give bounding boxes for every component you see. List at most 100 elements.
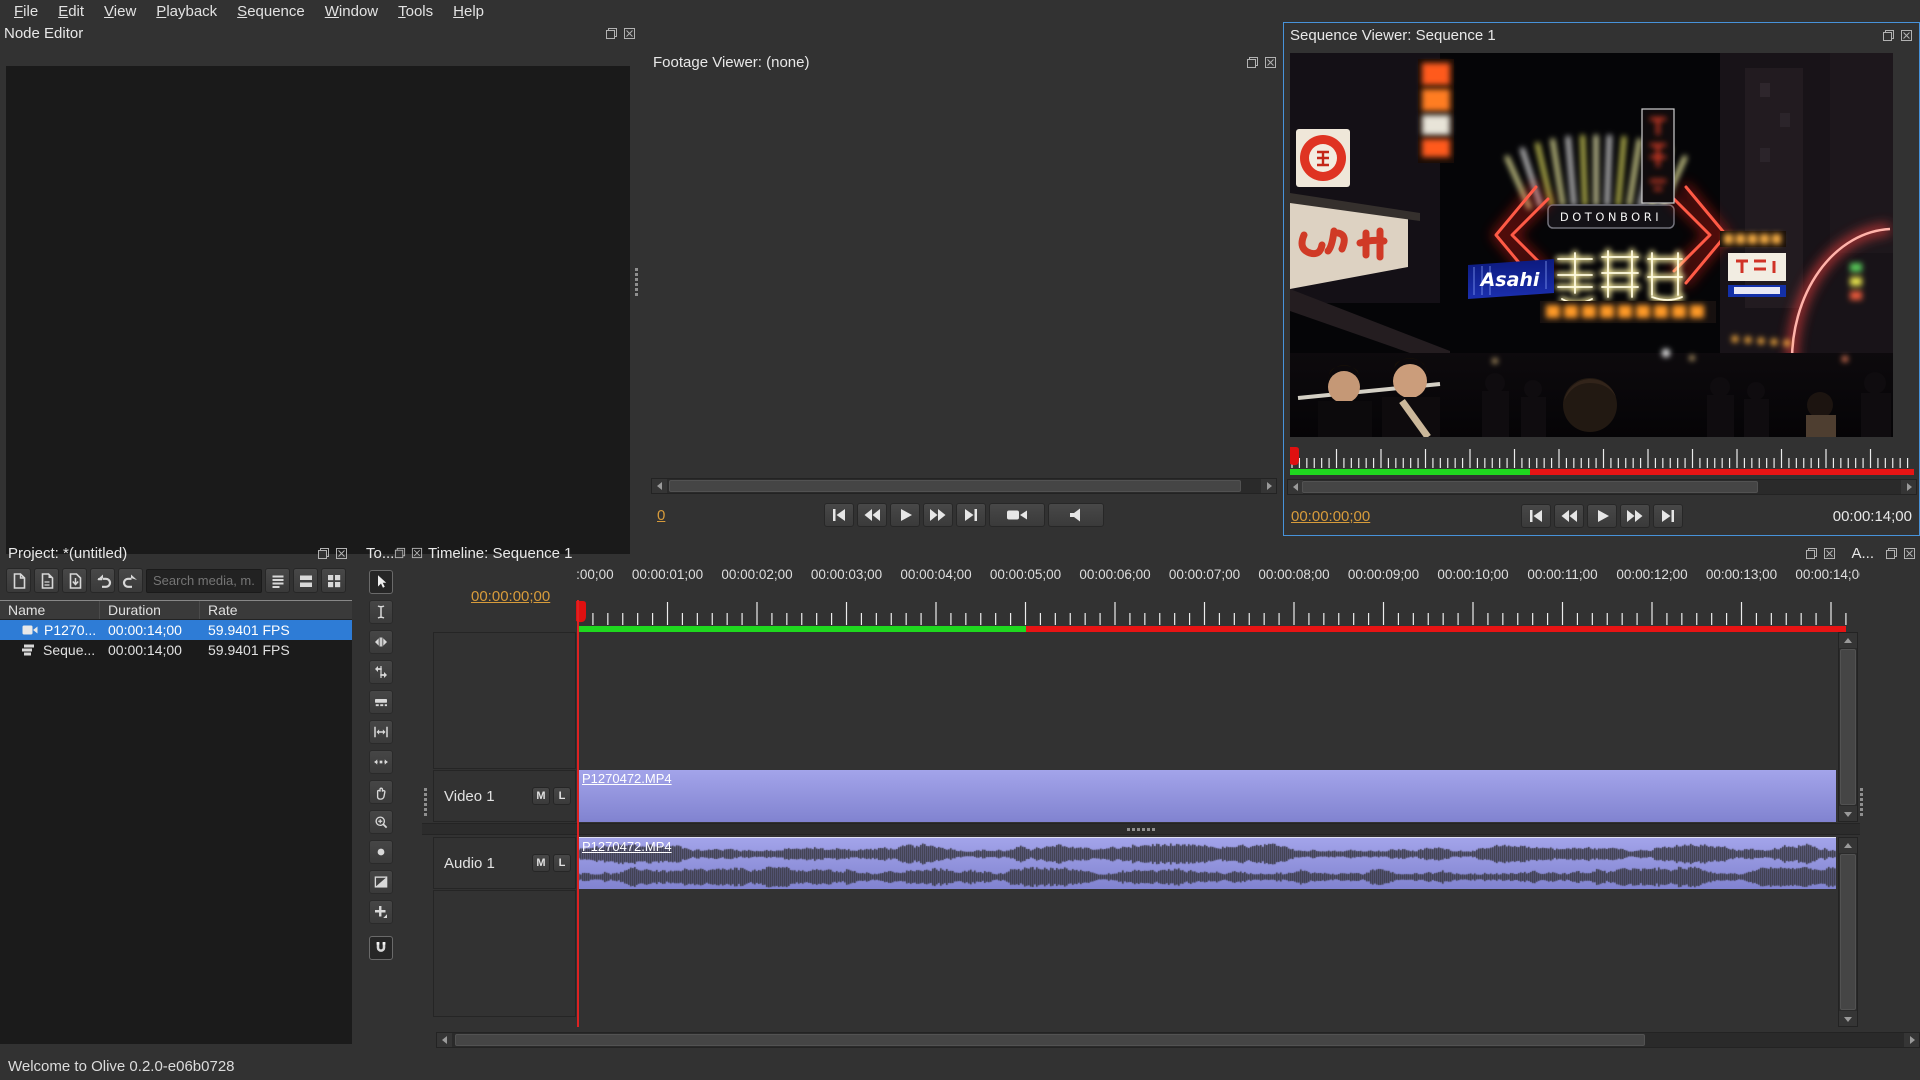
close-icon[interactable]	[623, 27, 636, 40]
scroll-right-arrow[interactable]	[1904, 1033, 1919, 1047]
footage-viewer-display[interactable]	[651, 74, 1277, 474]
menu-tools[interactable]: Tools	[388, 3, 443, 20]
timeline-playhead-line[interactable]	[577, 600, 579, 1027]
float-icon[interactable]	[1885, 547, 1898, 560]
fast-forward-button[interactable]	[923, 503, 953, 527]
rewind-button[interactable]	[1554, 504, 1584, 528]
mute-button[interactable]	[1048, 503, 1104, 527]
video-clip[interactable]: P1270472.MP4	[578, 770, 1836, 822]
rewind-button[interactable]	[857, 503, 887, 527]
pointer-tool-button[interactable]	[369, 570, 393, 594]
tools-timeline-splitter-handle[interactable]	[424, 788, 427, 816]
viewer-current-timecode[interactable]: 00:00:00;00	[1291, 508, 1370, 525]
play-button[interactable]	[1587, 504, 1617, 528]
redo-button[interactable]	[118, 568, 143, 593]
float-icon[interactable]	[394, 547, 406, 559]
scroll-up-arrow[interactable]	[1839, 838, 1857, 853]
tree-view-button[interactable]	[265, 568, 290, 593]
viewer-scrollbar[interactable]	[1287, 479, 1917, 495]
viewer-ruler[interactable]	[1290, 447, 1914, 469]
close-icon[interactable]	[1823, 547, 1836, 560]
menu-edit[interactable]: Edit	[48, 3, 94, 20]
audio-clip[interactable]: P1270472.MP4	[578, 837, 1836, 889]
scroll-down-arrow[interactable]	[1839, 806, 1857, 821]
new-project-button[interactable]	[6, 568, 31, 593]
ripple-tool-button[interactable]	[369, 630, 393, 654]
transition-tool-button[interactable]	[369, 870, 393, 894]
track-area-splitter[interactable]	[422, 823, 1860, 835]
scrollbar-thumb[interactable]	[455, 1034, 1645, 1046]
skip-to-start-button[interactable]	[824, 503, 854, 527]
close-icon[interactable]	[1264, 56, 1277, 69]
menu-help[interactable]: Help	[443, 3, 494, 20]
audio-track-header[interactable]: Audio 1 M L	[433, 837, 576, 889]
scroll-left-arrow[interactable]	[652, 479, 667, 493]
timeline-playhead-timecode[interactable]: 00:00:00;00	[471, 588, 550, 605]
slip-tool-button[interactable]	[369, 720, 393, 744]
undo-button[interactable]	[90, 568, 115, 593]
scroll-left-arrow[interactable]	[437, 1033, 452, 1047]
close-icon[interactable]	[1903, 547, 1916, 560]
menu-sequence[interactable]: Sequence	[227, 3, 315, 20]
scroll-up-arrow[interactable]	[1839, 633, 1857, 648]
skip-to-end-button[interactable]	[1653, 504, 1683, 528]
scroll-right-arrow[interactable]	[1901, 480, 1916, 494]
scroll-down-arrow[interactable]	[1839, 1011, 1857, 1026]
fast-forward-button[interactable]	[1620, 504, 1650, 528]
timeline-audio-monitor-splitter-handle[interactable]	[1860, 788, 1863, 816]
save-project-button[interactable]	[62, 568, 87, 593]
lock-track-button[interactable]: L	[553, 854, 571, 872]
record-tool-button[interactable]	[369, 840, 393, 864]
video-preview[interactable]: DOTONBORI	[1290, 53, 1893, 437]
media-list-header[interactable]: Name Duration Rate	[0, 601, 352, 620]
record-button[interactable]	[989, 503, 1045, 527]
zoom-tool-button[interactable]	[369, 810, 393, 834]
mute-track-button[interactable]: M	[532, 787, 550, 805]
snapping-toggle-button[interactable]	[369, 936, 393, 960]
open-project-button[interactable]	[34, 568, 59, 593]
menu-file[interactable]: File	[4, 3, 48, 20]
scroll-right-arrow[interactable]	[1261, 479, 1276, 493]
scroll-left-arrow[interactable]	[1288, 480, 1303, 494]
edit-tool-button[interactable]	[369, 600, 393, 624]
audio-tracks-scrollbar[interactable]	[1838, 837, 1858, 1027]
video-tracks-scrollbar[interactable]	[1838, 632, 1858, 822]
skip-to-end-button[interactable]	[956, 503, 986, 527]
search-input[interactable]	[146, 569, 262, 593]
float-icon[interactable]	[1246, 56, 1259, 69]
viewer-playhead-marker[interactable]	[1290, 447, 1300, 467]
scrollbar-thumb[interactable]	[1840, 649, 1856, 805]
media-row-sequence[interactable]: Seque... 00:00:14;00 59.9401 FPS	[0, 640, 352, 660]
timeline-scrollbar[interactable]	[436, 1032, 1920, 1048]
scrollbar-thumb[interactable]	[1302, 481, 1758, 493]
hand-tool-button[interactable]	[369, 780, 393, 804]
float-icon[interactable]	[317, 547, 330, 560]
menu-window[interactable]: Window	[315, 3, 388, 20]
float-icon[interactable]	[1882, 29, 1895, 42]
close-icon[interactable]	[1900, 29, 1913, 42]
scrollbar-thumb[interactable]	[669, 480, 1241, 492]
float-icon[interactable]	[1805, 547, 1818, 560]
add-tool-button[interactable]	[369, 900, 393, 924]
media-row-video[interactable]: P1270... 00:00:14;00 59.9401 FPS	[0, 620, 352, 640]
rolling-tool-button[interactable]	[369, 660, 393, 684]
column-rate[interactable]: Rate	[200, 602, 352, 618]
razor-tool-button[interactable]	[369, 690, 393, 714]
column-name[interactable]: Name	[0, 601, 100, 619]
frame-number[interactable]: 0	[657, 507, 665, 524]
timeline-ruler[interactable]	[576, 600, 1860, 626]
scrollbar-thumb[interactable]	[1840, 854, 1856, 1010]
close-icon[interactable]	[335, 547, 348, 560]
lock-track-button[interactable]: L	[553, 787, 571, 805]
mute-track-button[interactable]: M	[532, 854, 550, 872]
column-duration[interactable]: Duration	[100, 601, 200, 619]
node-editor-canvas[interactable]	[6, 66, 630, 554]
video-track-header[interactable]: Video 1 M L	[433, 770, 576, 822]
list-view-button[interactable]	[293, 568, 318, 593]
menu-playback[interactable]: Playback	[146, 3, 227, 20]
float-icon[interactable]	[605, 27, 618, 40]
menu-view[interactable]: View	[94, 3, 146, 20]
icon-view-button[interactable]	[321, 568, 346, 593]
slide-tool-button[interactable]	[369, 750, 393, 774]
play-button[interactable]	[890, 503, 920, 527]
